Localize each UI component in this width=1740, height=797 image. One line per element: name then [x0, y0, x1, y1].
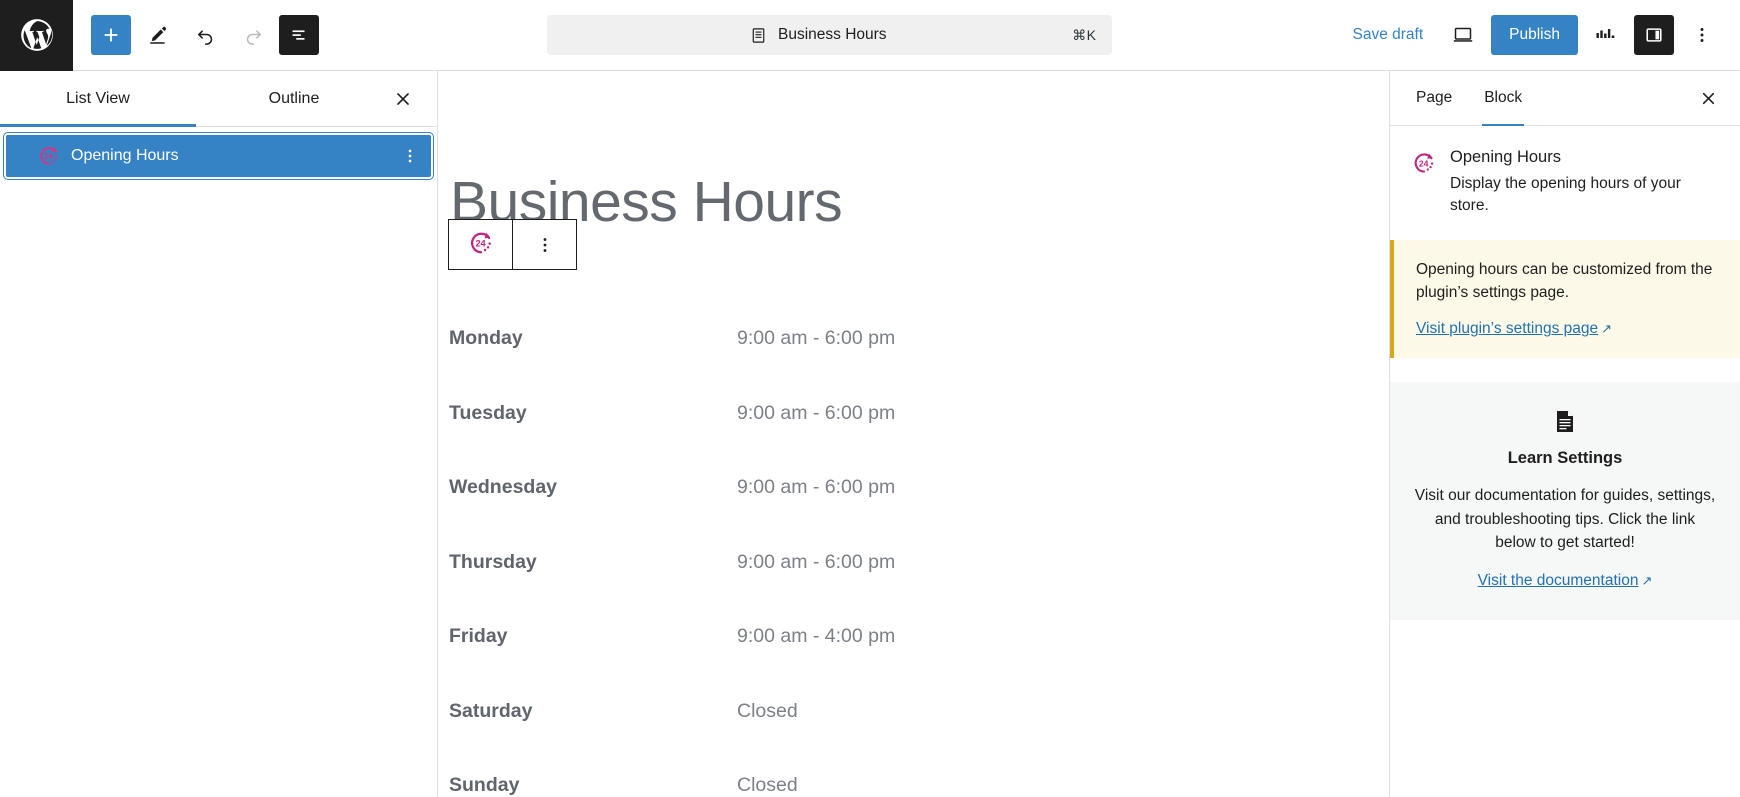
ellipsis-vertical-icon	[1700, 28, 1704, 42]
tab-page[interactable]: Page	[1400, 71, 1468, 125]
list-view-tabs: List View Outline	[0, 71, 437, 127]
hours-day-label: Tuesday	[449, 401, 527, 424]
close-x-icon	[397, 92, 409, 105]
settings-sidebar: Page Block 24 Opening Hours Display the …	[1389, 71, 1740, 797]
redo-button[interactable]	[231, 13, 275, 57]
hours-day-label: Wednesday	[449, 476, 558, 498]
block-info-card: 24 Opening Hours Display the opening hou…	[1390, 126, 1740, 236]
undo-arrow-icon	[197, 29, 212, 45]
notice-message: Opening hours can be customized from the…	[1416, 260, 1713, 302]
desktop-preview-icon	[1453, 27, 1473, 42]
hours-day-label: Monday	[449, 327, 523, 349]
preview-button[interactable]	[1441, 13, 1485, 57]
visit-plugin-settings-link[interactable]: Visit plugin’s settings page ↗	[1416, 320, 1612, 338]
external-link-arrow-icon: ↗	[1641, 573, 1653, 589]
hours-row: Friday 9:00 am - 4:00 pm	[449, 625, 1359, 700]
external-link-arrow-icon: ↗	[1601, 321, 1613, 337]
settings-sidebar-icon	[1646, 28, 1662, 42]
tab-list-view[interactable]: List View	[0, 71, 196, 127]
hours-time-value: 9:00 am - 6:00 pm	[737, 327, 896, 349]
hours-day-label: Saturday	[449, 699, 533, 722]
learn-settings-card: Learn Settings Visit our documentation f…	[1390, 382, 1740, 621]
undo-button[interactable]	[183, 13, 227, 57]
plugin-settings-notice: Opening hours can be customized from the…	[1390, 239, 1740, 359]
header-right-toolbar: Save draft Publish	[1341, 13, 1740, 57]
learn-link-label: Visit the documentation	[1477, 572, 1639, 590]
list-view-panel: List View Outline 24 Opening Hours	[0, 71, 438, 797]
list-view-block-list: 24 Opening Hours	[0, 127, 437, 180]
settings-sidebar-toggle-button[interactable]	[1634, 15, 1674, 55]
opening-hours-24-clock-icon: 24	[1410, 149, 1438, 177]
document-page-icon	[1414, 410, 1716, 437]
hours-row: Monday 9:00 am - 6:00 pm	[449, 327, 1359, 402]
save-draft-button[interactable]: Save draft	[1341, 18, 1436, 52]
publish-button[interactable]: Publish	[1491, 15, 1578, 55]
hours-row: Wednesday 9:00 am - 6:00 pm	[449, 476, 1359, 551]
editor-header: Business Hours ⌘K Save draft Publish	[0, 0, 1740, 71]
hours-time-value: Closed	[737, 774, 798, 796]
list-view-block-options-button[interactable]	[395, 141, 425, 171]
hours-row: Saturday Closed	[449, 700, 1359, 775]
command-bar-shortcut: ⌘K	[1072, 26, 1097, 43]
tools-edit-button[interactable]	[135, 13, 179, 57]
hours-day-label: Sunday	[449, 774, 520, 796]
settings-tabs: Page Block	[1390, 71, 1740, 126]
page-document-icon	[752, 27, 765, 43]
svg-text:24: 24	[475, 239, 486, 249]
pencil-edit-icon	[149, 26, 166, 44]
jetpack-stats-icon	[1596, 29, 1615, 38]
notice-link-label: Visit plugin’s settings page	[1416, 320, 1599, 338]
list-view-toggle-button[interactable]	[279, 15, 319, 55]
hours-day-label: Thursday	[449, 550, 537, 573]
opening-hours-24-clock-icon: 24	[466, 228, 496, 261]
hours-time-value: 9:00 am - 6:00 pm	[737, 550, 896, 573]
hours-time-value: 9:00 am - 4:00 pm	[737, 625, 896, 647]
close-settings-button[interactable]	[1688, 78, 1728, 118]
tab-block[interactable]: Block	[1468, 71, 1538, 126]
hours-row: Thursday 9:00 am - 6:00 pm	[449, 551, 1359, 626]
wordpress-logo[interactable]	[0, 0, 73, 71]
ellipsis-vertical-icon	[543, 237, 546, 252]
list-view-block-opening-hours[interactable]: 24 Opening Hours	[3, 132, 434, 180]
plus-icon	[104, 28, 118, 42]
visit-documentation-link[interactable]: Visit the documentation ↗	[1478, 572, 1653, 590]
command-bar-title: Business Hours	[778, 26, 887, 43]
learn-settings-title: Learn Settings	[1507, 449, 1623, 468]
redo-arrow-icon	[246, 29, 261, 45]
hours-time-value: 9:00 am - 6:00 pm	[737, 476, 896, 498]
block-options-button[interactable]	[513, 220, 576, 269]
svg-text:24: 24	[1419, 158, 1429, 168]
header-center: Business Hours ⌘K	[319, 15, 1341, 55]
hours-day-label: Friday	[449, 625, 508, 647]
opening-hours-24-clock-icon: 24	[36, 143, 62, 169]
block-info-description: Display the opening hours of your store.	[1450, 175, 1681, 215]
hours-row: Sunday Closed	[449, 774, 1359, 797]
block-type-button[interactable]: 24	[449, 220, 512, 269]
block-toolbar: 24	[448, 219, 577, 270]
opening-hours-block[interactable]: Monday 9:00 am - 6:00 pm Tuesday 9:00 am…	[449, 327, 1359, 797]
svg-text:24: 24	[44, 152, 53, 161]
command-bar[interactable]: Business Hours ⌘K	[547, 15, 1113, 55]
wordpress-logo-icon	[20, 19, 53, 51]
editor-options-button[interactable]	[1680, 13, 1724, 57]
ellipsis-vertical-icon	[408, 149, 412, 163]
tab-outline[interactable]: Outline	[196, 71, 392, 126]
list-view-block-label: Opening Hours	[71, 147, 179, 164]
close-x-icon	[1702, 92, 1714, 104]
editor-canvas: Business Hours 24 Monday 9:00 am - 6:00 …	[439, 71, 1388, 797]
close-list-view-button[interactable]	[383, 79, 423, 119]
hours-time-value: 9:00 am - 6:00 pm	[737, 401, 896, 424]
block-info-text: Opening Hours Display the opening hours …	[1450, 148, 1720, 218]
block-info-title: Opening Hours	[1450, 148, 1561, 166]
command-bar-content: Business Hours	[563, 26, 1072, 45]
add-block-button[interactable]	[91, 15, 131, 55]
learn-settings-description: Visit our documentation for guides, sett…	[1414, 487, 1716, 551]
jetpack-stats-button[interactable]	[1584, 13, 1628, 57]
hours-time-value: Closed	[737, 699, 798, 722]
hours-row: Tuesday 9:00 am - 6:00 pm	[449, 402, 1359, 477]
header-left-toolbar	[73, 13, 319, 57]
list-view-icon	[292, 30, 305, 40]
